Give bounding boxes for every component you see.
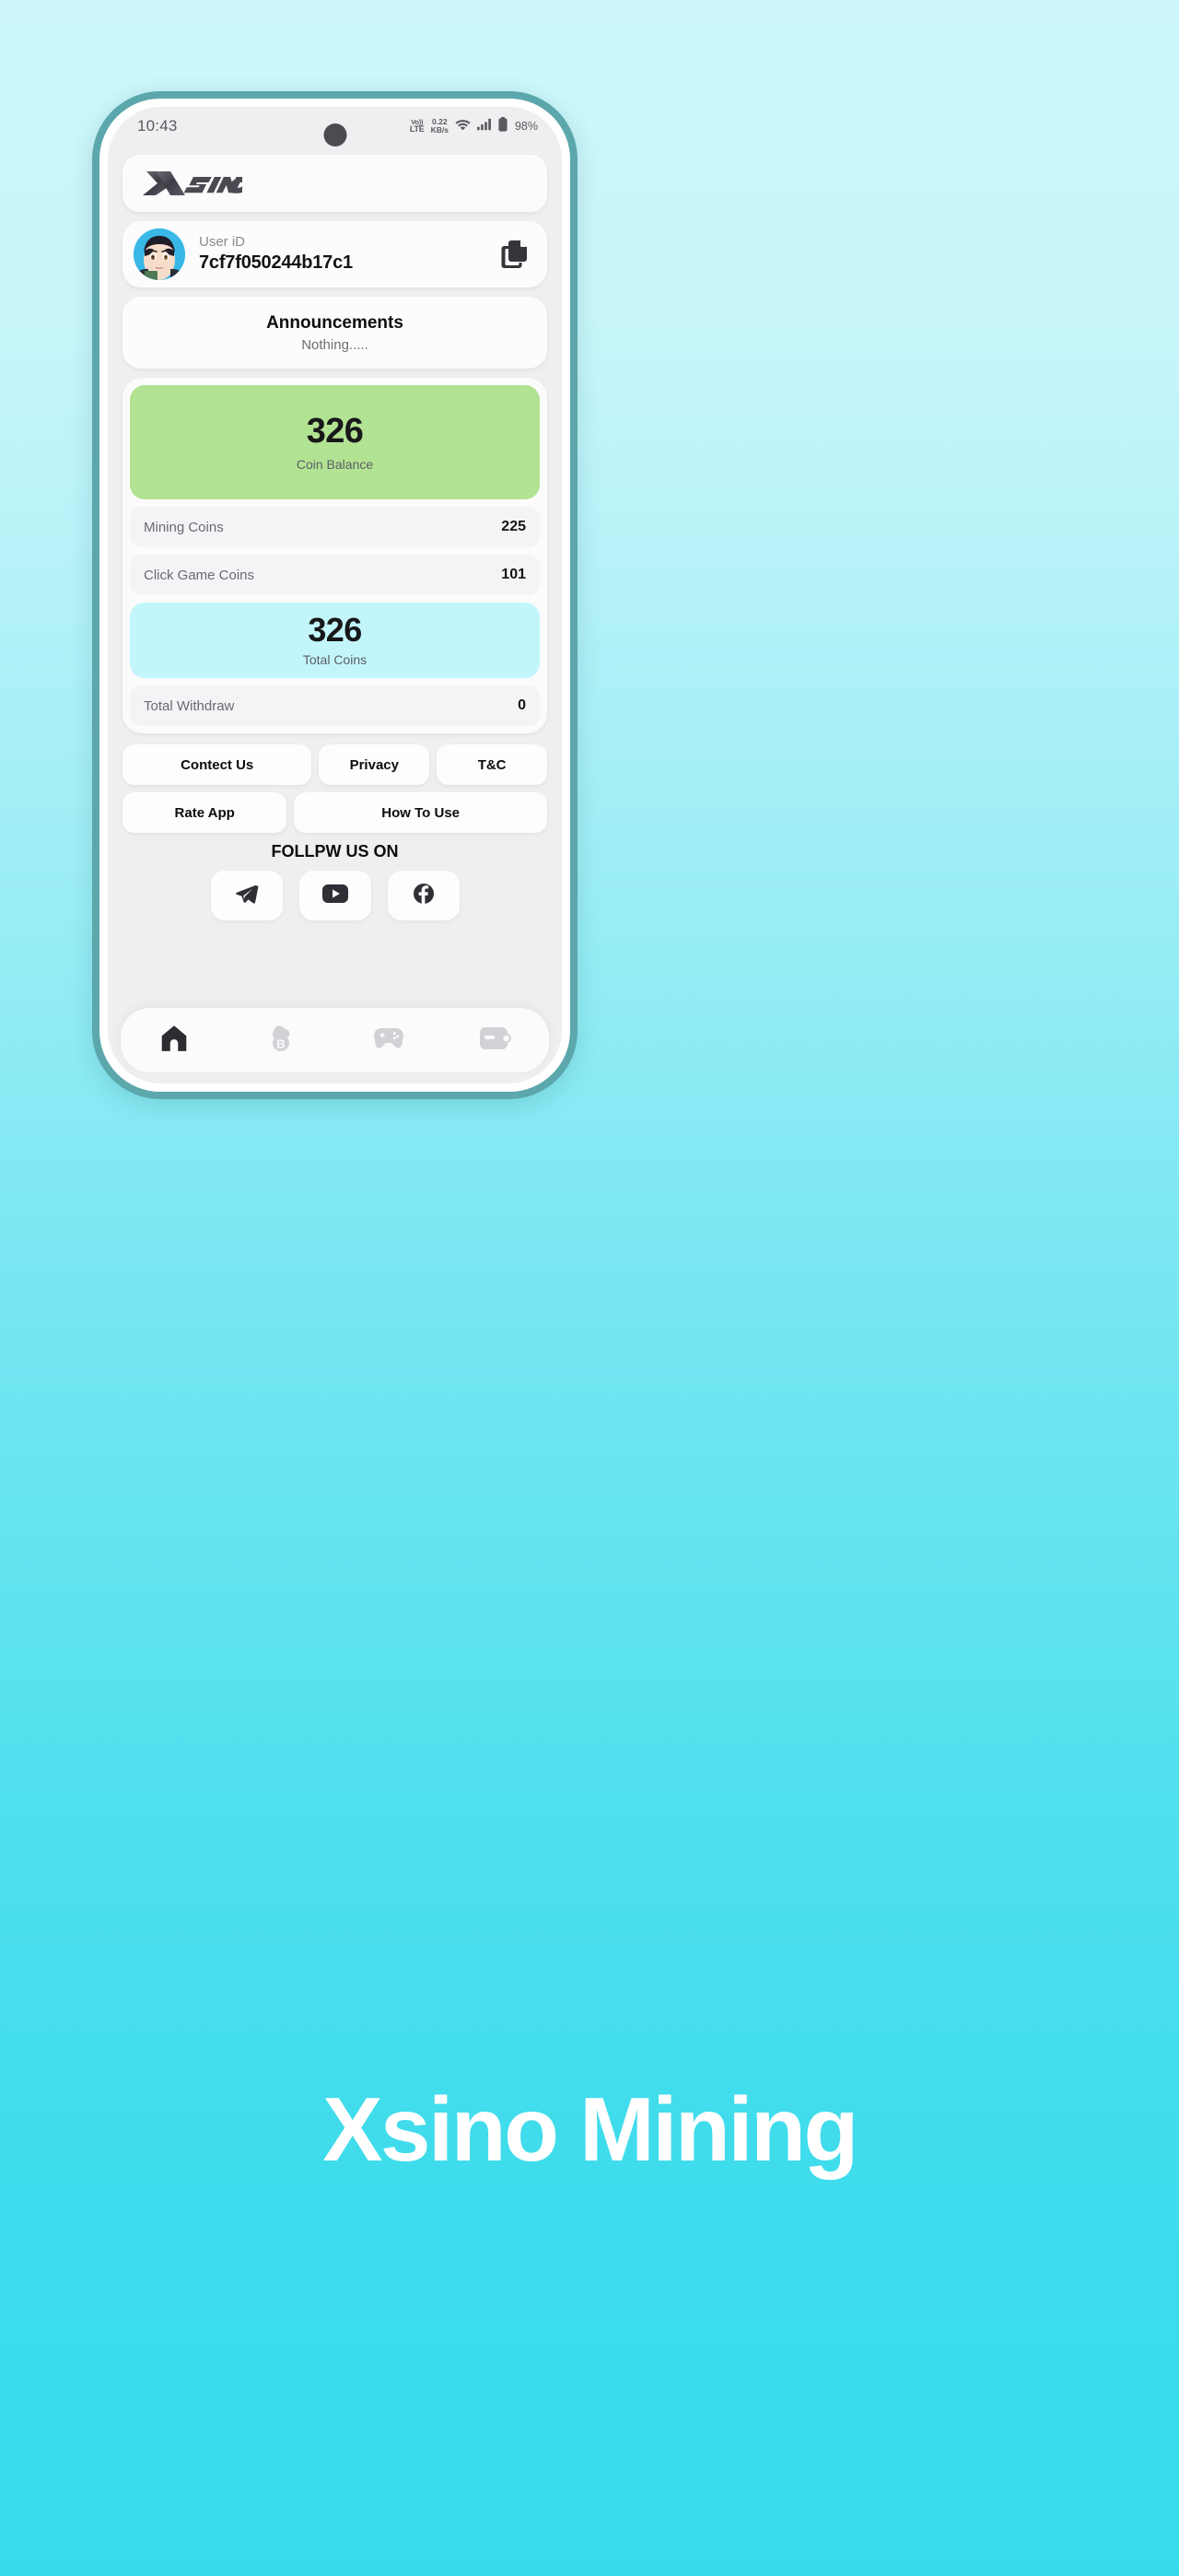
mining-coins-value: 225 bbox=[501, 519, 526, 534]
rate-app-button[interactable]: Rate App bbox=[123, 792, 287, 833]
user-id-text: User iD 7cf7f050244b17c1 bbox=[185, 234, 501, 275]
svg-text:B: B bbox=[277, 1036, 286, 1050]
youtube-icon bbox=[321, 884, 348, 908]
total-withdraw-label: Total Withdraw bbox=[144, 697, 235, 714]
coin-balance-value: 326 bbox=[306, 411, 364, 451]
facebook-button[interactable] bbox=[387, 871, 460, 920]
total-withdraw-value: 0 bbox=[518, 697, 526, 713]
nav-item-mining[interactable]: B bbox=[252, 1016, 309, 1064]
copy-icon[interactable] bbox=[501, 240, 529, 269]
xsino-logo bbox=[143, 168, 242, 199]
volte-icon-bottom: LTE bbox=[409, 124, 425, 135]
app-header-card bbox=[123, 155, 547, 212]
social-links-row bbox=[108, 871, 562, 920]
user-id-card[interactable]: User iD 7cf7f050244b17c1 bbox=[123, 221, 547, 287]
status-bar-icons: Vo)) LTE 0.22 KB/s 98% bbox=[410, 116, 538, 136]
status-bar-time: 10:43 bbox=[137, 117, 178, 135]
battery-icon bbox=[498, 116, 508, 136]
announcements-title: Announcements bbox=[266, 312, 403, 333]
bottom-navigation-bar: B bbox=[121, 1008, 549, 1072]
total-withdraw-row: Total Withdraw 0 bbox=[130, 685, 540, 726]
telegram-icon bbox=[235, 882, 259, 910]
user-id-label: User iD bbox=[199, 234, 246, 251]
click-game-coins-label: Click Game Coins bbox=[144, 567, 255, 583]
stats-panel: 326 Coin Balance Mining Coins 225 Click … bbox=[123, 378, 547, 733]
signal-bars-icon bbox=[476, 118, 492, 135]
terms-and-conditions-button[interactable]: T&C bbox=[437, 744, 548, 785]
total-coins-value: 326 bbox=[308, 611, 362, 649]
how-to-use-button[interactable]: How To Use bbox=[294, 792, 547, 833]
phone-bezel: 10:43 Vo)) LTE 0.22 KB/s 98% User iD 7cf… bbox=[99, 99, 570, 1092]
user-id-value: 7cf7f050244b17c1 bbox=[199, 252, 353, 273]
wallet-icon bbox=[479, 1025, 512, 1057]
promo-caption: Xsino Mining bbox=[322, 2078, 858, 2180]
privacy-button[interactable]: Privacy bbox=[319, 744, 430, 785]
battery-percentage: 98% bbox=[514, 120, 538, 133]
mining-coins-label: Mining Coins bbox=[144, 519, 224, 535]
nav-item-games[interactable] bbox=[360, 1016, 417, 1064]
total-coins-card: 326 Total Coins bbox=[130, 603, 540, 678]
telegram-button[interactable] bbox=[210, 871, 283, 920]
front-camera-punch-hole-icon bbox=[323, 123, 346, 146]
contact-us-button[interactable]: Contect Us bbox=[123, 744, 312, 785]
coin-balance-card: 326 Coin Balance bbox=[130, 385, 540, 499]
follow-us-title: FOLLPW US ON bbox=[271, 842, 399, 861]
link-buttons-section: Contect Us Privacy T&C Rate App How To U… bbox=[123, 744, 548, 833]
gamepad-icon bbox=[371, 1025, 406, 1057]
total-coins-label: Total Coins bbox=[302, 652, 368, 667]
link-buttons-row-2: Rate App How To Use bbox=[123, 792, 547, 833]
volte-icon: Vo)) LTE bbox=[410, 119, 425, 135]
link-buttons-row-1: Contect Us Privacy T&C bbox=[123, 744, 548, 785]
announcements-card: Announcements Nothing..... bbox=[123, 297, 547, 369]
click-game-coins-value: 101 bbox=[501, 567, 526, 582]
mining-coins-row: Mining Coins 225 bbox=[130, 507, 540, 547]
announcements-body: Nothing..... bbox=[301, 336, 368, 353]
home-icon bbox=[158, 1023, 190, 1059]
phone-screen: 10:43 Vo)) LTE 0.22 KB/s 98% User iD 7cf… bbox=[108, 107, 562, 1083]
network-speed-unit: KB/s bbox=[430, 125, 449, 135]
click-game-coins-row: Click Game Coins 101 bbox=[130, 555, 540, 595]
wifi-icon bbox=[455, 118, 471, 135]
status-bar: 10:43 Vo)) LTE 0.22 KB/s 98% bbox=[108, 107, 562, 146]
phone-frame: 10:43 Vo)) LTE 0.22 KB/s 98% User iD 7cf… bbox=[92, 91, 578, 1099]
nav-item-home[interactable] bbox=[146, 1016, 203, 1064]
facebook-icon bbox=[413, 883, 435, 909]
network-speed-indicator: 0.22 KB/s bbox=[431, 118, 449, 135]
avatar bbox=[134, 228, 185, 280]
coin-balance-label: Coin Balance bbox=[296, 456, 374, 472]
bitcoin-cloud-mining-icon: B bbox=[264, 1022, 298, 1060]
youtube-button[interactable] bbox=[298, 871, 371, 920]
nav-item-wallet[interactable] bbox=[467, 1016, 524, 1064]
